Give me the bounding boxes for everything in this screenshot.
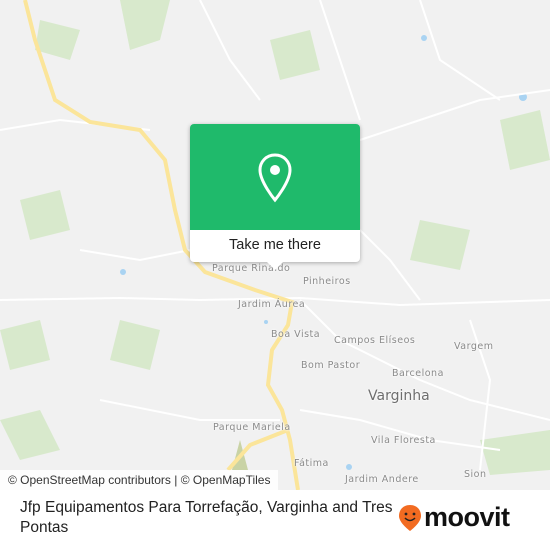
moovit-logo: moovit — [398, 502, 510, 533]
popup-pointer — [267, 262, 283, 270]
place-title: Jfp Equipamentos Para Torrefação, Vargin… — [20, 499, 393, 536]
moovit-pin-icon — [399, 504, 421, 531]
label-barcelona: Barcelona — [392, 368, 444, 379]
label-campos-eliseos: Campos Elíseos — [334, 335, 416, 346]
label-bom-pastor: Bom Pastor — [301, 360, 361, 371]
label-parque-mariela: Parque Mariela — [213, 422, 291, 433]
moovit-wordmark: moovit — [424, 502, 510, 532]
label-vila-floresta: Vila Floresta — [371, 435, 436, 446]
label-varginha: Varginha — [368, 388, 430, 404]
label-sion: Sion — [464, 469, 487, 480]
map-attribution[interactable]: © OpenStreetMap contributors | © OpenMap… — [0, 470, 279, 490]
map[interactable]: Parque Rinaldo Pinheiros Jardim Áurea Bo… — [0, 0, 550, 490]
take-me-there-button[interactable]: Take me there — [190, 230, 360, 262]
label-jardim-aurea: Jardim Áurea — [238, 299, 306, 310]
label-vargem: Vargem — [454, 341, 494, 352]
footer: Jfp Equipamentos Para Torrefação, Vargin… — [0, 490, 550, 550]
label-boa-vista: Boa Vista — [271, 329, 321, 340]
label-pinheiros: Pinheiros — [303, 276, 351, 287]
label-jardim-andere: Jardim Andere — [345, 474, 419, 485]
destination-popup: Take me there — [190, 124, 360, 270]
location-pin-icon — [258, 153, 292, 203]
label-fatima: Fátima — [294, 458, 329, 469]
